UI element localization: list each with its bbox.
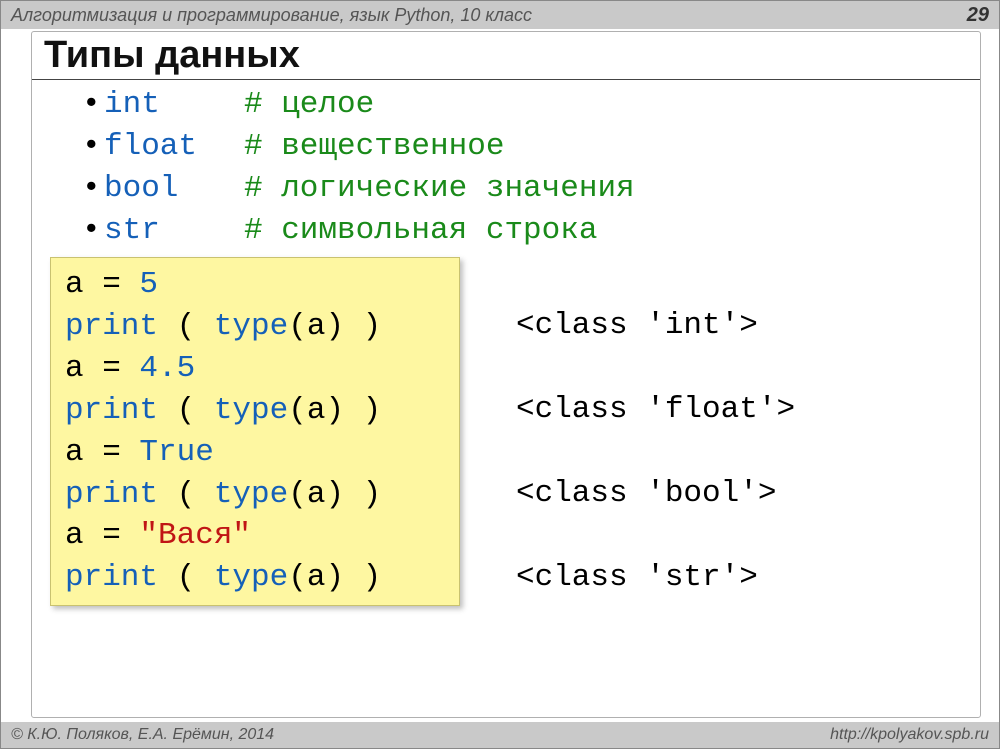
- type-comment: # целое: [244, 84, 374, 126]
- output-spacer: [516, 263, 980, 305]
- type-row: • int # целое: [82, 84, 980, 126]
- code-box: a = 5 print ( type(a) ) a = 4.5 print ( …: [50, 257, 460, 606]
- type-row: • float # вещественное: [82, 126, 980, 168]
- content-panel: Типы данных • int # целое • float # веще…: [31, 31, 981, 718]
- output-spacer: [516, 515, 980, 557]
- bullet-icon: •: [82, 84, 104, 126]
- bullet-icon: •: [82, 168, 104, 210]
- output-line: <class 'float'>: [516, 389, 980, 431]
- type-comment: # символьная строка: [244, 210, 597, 252]
- code-line: print ( type(a) ): [65, 390, 445, 432]
- footer-url: http://kpolyakov.spb.ru: [830, 726, 989, 744]
- output-column: <class 'int'> <class 'float'> <class 'bo…: [460, 257, 980, 606]
- footer-copyright: © К.Ю. Поляков, Е.А. Ерёмин, 2014: [11, 726, 274, 744]
- bullet-icon: •: [82, 126, 104, 168]
- output-spacer: [516, 431, 980, 473]
- type-comment: # вещественное: [244, 126, 504, 168]
- code-line: a = "Вася": [65, 515, 445, 557]
- type-keyword: float: [104, 126, 244, 168]
- footer-bar: © К.Ю. Поляков, Е.А. Ерёмин, 2014 http:/…: [1, 722, 999, 748]
- bullet-icon: •: [82, 210, 104, 252]
- page-number: 29: [967, 4, 989, 27]
- code-line: a = 5: [65, 264, 445, 306]
- output-line: <class 'bool'>: [516, 473, 980, 515]
- header-title: Алгоритмизация и программирование, язык …: [11, 5, 532, 26]
- type-comment: # логические значения: [244, 168, 635, 210]
- code-line: print ( type(a) ): [65, 557, 445, 599]
- type-keyword: bool: [104, 168, 244, 210]
- type-keyword: int: [104, 84, 244, 126]
- output-line: <class 'int'>: [516, 305, 980, 347]
- type-row: • bool # логические значения: [82, 168, 980, 210]
- code-line: a = 4.5: [65, 348, 445, 390]
- output-spacer: [516, 347, 980, 389]
- code-line: print ( type(a) ): [65, 474, 445, 516]
- slide: Алгоритмизация и программирование, язык …: [0, 0, 1000, 749]
- type-row: • str # символьная строка: [82, 210, 980, 252]
- header-bar: Алгоритмизация и программирование, язык …: [1, 1, 999, 29]
- code-line: print ( type(a) ): [65, 306, 445, 348]
- types-list: • int # целое • float # вещественное • b…: [32, 80, 980, 251]
- code-line: a = True: [65, 432, 445, 474]
- code-output-row: a = 5 print ( type(a) ) a = 4.5 print ( …: [32, 257, 980, 606]
- type-keyword: str: [104, 210, 244, 252]
- output-line: <class 'str'>: [516, 557, 980, 599]
- slide-title: Типы данных: [32, 32, 980, 80]
